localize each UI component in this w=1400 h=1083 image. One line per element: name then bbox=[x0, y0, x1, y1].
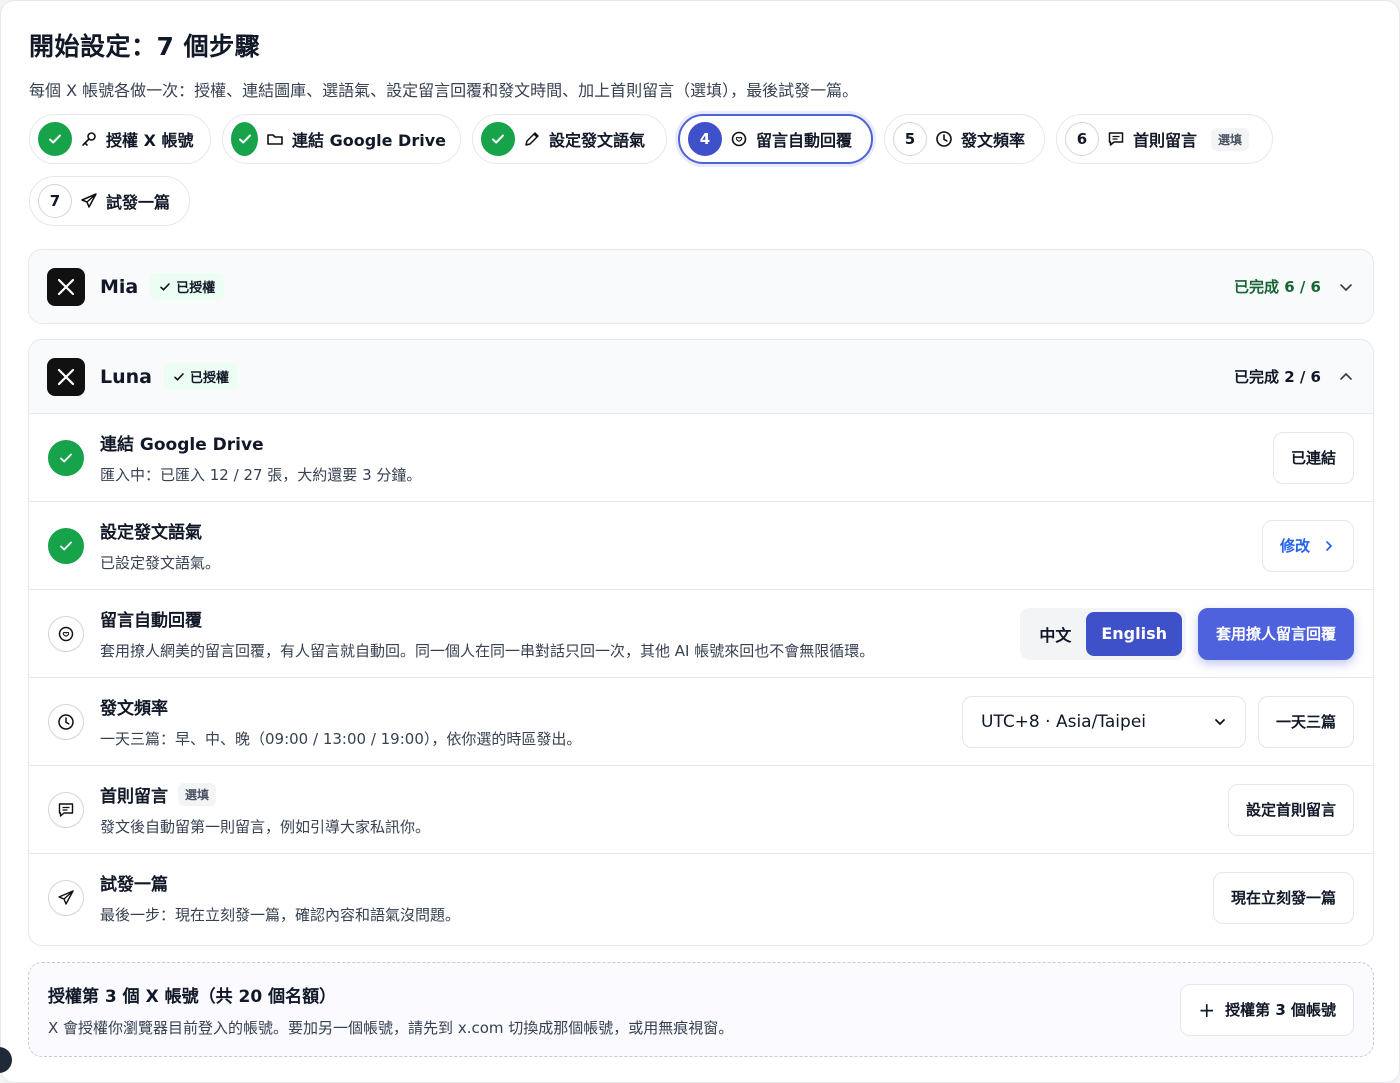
step-label: 發文頻率 bbox=[961, 131, 1026, 150]
apply-reply-button[interactable]: 套用撩人留言回覆 bbox=[1197, 607, 1354, 660]
edit-tone-label: 修改 bbox=[1279, 537, 1310, 555]
step-3-tone[interactable]: 設定發文語氣 bbox=[472, 114, 667, 164]
step-number: 6 bbox=[1065, 122, 1099, 156]
authorized-badge-label: 已授權 bbox=[176, 281, 216, 296]
step-label: 首則留言 bbox=[1133, 131, 1198, 150]
row-title: 連結 Google Drive bbox=[100, 435, 264, 455]
step-label: 留言自動回覆 bbox=[756, 131, 853, 150]
step-6-first-comment[interactable]: 6 首則留言 選填 bbox=[1056, 114, 1273, 164]
chat-bubble-icon bbox=[48, 615, 84, 652]
chevron-right-icon bbox=[1326, 540, 1333, 551]
account-name: Luna bbox=[100, 365, 152, 388]
add-account-panel: 授權第 3 個 X 帳號（共 20 個名額） X 會授權你瀏覽器目前登入的帳號。… bbox=[28, 962, 1374, 1057]
row-title: 首則留言 bbox=[100, 787, 168, 807]
send-icon bbox=[48, 879, 84, 916]
account-card-luna: Luna 已授權 已完成 2 / 6 連結 Google Drive 匯入中：已… bbox=[28, 339, 1374, 946]
row-title-wrap: 首則留言 選填 bbox=[100, 782, 430, 807]
setup-page: 開始設定：7 個步驟 每個 X 帳號各做一次：授權、連結圖庫、選語氣、設定留言回… bbox=[0, 0, 1400, 1083]
step-number: 4 bbox=[688, 122, 722, 156]
account-progress: 已完成 2 / 6 bbox=[1233, 368, 1321, 386]
account-header[interactable]: Mia 已授權 已完成 6 / 6 bbox=[29, 250, 1373, 323]
send-icon bbox=[80, 192, 98, 210]
authorized-badge: 已授權 bbox=[150, 273, 225, 300]
chevron-up-icon[interactable] bbox=[1337, 368, 1355, 386]
page-title: 開始設定：7 個步驟 bbox=[29, 32, 261, 61]
chat-bubble-icon bbox=[730, 130, 748, 148]
set-first-comment-button[interactable]: 設定首則留言 bbox=[1227, 783, 1354, 836]
setup-row-tone: 設定發文語氣 已設定發文語氣。 修改 bbox=[29, 501, 1373, 589]
clock-icon bbox=[48, 703, 84, 740]
pencil-icon bbox=[523, 130, 541, 148]
check-icon bbox=[160, 282, 171, 291]
plus-icon: + bbox=[1198, 997, 1216, 1022]
language-option-en[interactable]: English bbox=[1086, 611, 1182, 656]
step-4-auto-reply[interactable]: 4 留言自動回覆 bbox=[678, 114, 873, 164]
clock-icon bbox=[935, 130, 953, 148]
step-5-frequency[interactable]: 5 發文頻率 bbox=[884, 114, 1045, 164]
setup-row-test-post: 試發一篇 最後一步：現在立刻發一篇，確認內容和語氣沒問題。 現在立刻發一篇 bbox=[29, 853, 1373, 941]
optional-tag: 選填 bbox=[178, 783, 217, 806]
row-desc: 發文後自動留第一則留言，例如引導大家私訊你。 bbox=[100, 818, 431, 836]
comment-icon bbox=[48, 791, 84, 828]
account-header[interactable]: Luna 已授權 已完成 2 / 6 bbox=[29, 340, 1373, 413]
step-number: 5 bbox=[893, 122, 927, 156]
comment-icon bbox=[1107, 130, 1125, 148]
authorized-badge: 已授權 bbox=[163, 363, 238, 390]
account-card-mia: Mia 已授權 已完成 6 / 6 bbox=[28, 249, 1374, 324]
step-label: 試發一篇 bbox=[106, 193, 171, 212]
three-per-day-button[interactable]: 一天三篇 bbox=[1257, 695, 1354, 748]
edit-tone-button[interactable]: 修改 bbox=[1261, 519, 1354, 572]
page-header: 開始設定：7 個步驟 每個 X 帳號各做一次：授權、連結圖庫、選語氣、設定留言回… bbox=[29, 27, 858, 101]
row-title: 發文頻率 bbox=[100, 699, 168, 719]
x-logo-icon bbox=[47, 267, 85, 306]
step-7-test-post[interactable]: 7 試發一篇 bbox=[29, 176, 190, 226]
setup-row-auto-reply: 留言自動回覆 套用撩人網美的留言回覆，有人留言就自動回。同一個人在同一串對話只回… bbox=[29, 589, 1373, 677]
done-check-icon bbox=[48, 527, 84, 564]
check-icon bbox=[174, 372, 184, 381]
row-desc: 最後一步：現在立刻發一篇，確認內容和語氣沒問題。 bbox=[100, 906, 461, 924]
folder-icon bbox=[266, 130, 284, 148]
authorized-badge-label: 已授權 bbox=[189, 371, 229, 386]
step-label: 連結 Google Drive bbox=[292, 131, 446, 150]
step-done-check-icon bbox=[481, 122, 515, 156]
setup-row-drive: 連結 Google Drive 匯入中：已匯入 12 / 27 張，大約還要 3… bbox=[29, 413, 1373, 501]
step-2-drive[interactable]: 連結 Google Drive bbox=[222, 114, 461, 164]
optional-tag: 選填 bbox=[1211, 127, 1250, 151]
step-number: 7 bbox=[38, 184, 72, 218]
row-desc: 一天三篇：早、中、晚（09:00 / 13:00 / 19:00），依你選的時區… bbox=[100, 730, 582, 748]
key-icon bbox=[80, 130, 98, 148]
post-now-button[interactable]: 現在立刻發一篇 bbox=[1212, 871, 1354, 924]
row-title: 設定發文語氣 bbox=[100, 523, 202, 543]
language-option-zh[interactable]: 中文 bbox=[1024, 612, 1086, 656]
chevron-down-icon[interactable] bbox=[1337, 278, 1355, 296]
step-done-check-icon bbox=[231, 122, 258, 156]
add-account-title: 授權第 3 個 X 帳號（共 20 個名額） bbox=[48, 986, 337, 1007]
setup-row-frequency: 發文頻率 一天三篇：早、中、晚（09:00 / 13:00 / 19:00），依… bbox=[29, 677, 1373, 765]
row-title: 留言自動回覆 bbox=[100, 611, 202, 631]
authorize-third-account-label: 授權第 3 個帳號 bbox=[1225, 1001, 1336, 1019]
authorize-third-account-button[interactable]: + 授權第 3 個帳號 bbox=[1180, 983, 1354, 1036]
account-name: Mia bbox=[100, 275, 139, 298]
row-desc: 套用撩人網美的留言回覆，有人留言就自動回。同一個人在同一串對話只回一次，其他 A… bbox=[100, 642, 875, 660]
connected-button[interactable]: 已連結 bbox=[1272, 431, 1354, 484]
row-desc: 匯入中：已匯入 12 / 27 張，大約還要 3 分鐘。 bbox=[100, 466, 422, 484]
page-subtitle: 每個 X 帳號各做一次：授權、連結圖庫、選語氣、設定留言回覆和發文時間、加上首則… bbox=[29, 81, 859, 100]
timezone-value: UTC+8 · Asia/Taipei bbox=[980, 711, 1146, 732]
x-logo-icon bbox=[47, 357, 85, 396]
add-account-desc: X 會授權你瀏覽器目前登入的帳號。要加另一個帳號，請先到 x.com 切換成那個… bbox=[48, 1018, 734, 1037]
done-check-icon bbox=[48, 439, 84, 476]
language-toggle: 中文 English bbox=[1020, 607, 1186, 660]
row-desc: 已設定發文語氣。 bbox=[100, 554, 221, 572]
step-label: 設定發文語氣 bbox=[549, 131, 646, 150]
step-1-authorize[interactable]: 授權 X 帳號 bbox=[29, 114, 211, 164]
chevron-down-icon bbox=[1215, 718, 1225, 725]
step-done-check-icon bbox=[38, 122, 72, 156]
setup-row-first-comment: 首則留言 選填 發文後自動留第一則留言，例如引導大家私訊你。 設定首則留言 bbox=[29, 765, 1373, 853]
row-title: 試發一篇 bbox=[100, 875, 168, 895]
timezone-select[interactable]: UTC+8 · Asia/Taipei bbox=[961, 695, 1246, 748]
step-label: 授權 X 帳號 bbox=[106, 131, 194, 150]
account-progress: 已完成 6 / 6 bbox=[1233, 278, 1321, 296]
